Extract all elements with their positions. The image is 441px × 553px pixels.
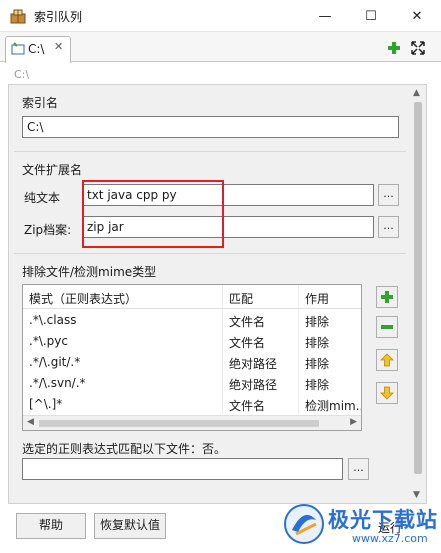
match-cell: 文件名 (223, 309, 299, 330)
minimize-button[interactable]: — (302, 0, 348, 32)
plain-text-browse-button[interactable]: ... (378, 184, 399, 206)
scroll-right-icon[interactable]: ▶ (350, 417, 357, 427)
tab-c-drive[interactable]: C:\ ✕ (5, 36, 71, 63)
move-up-button[interactable] (376, 349, 398, 371)
tab-bar: C:\ ✕ (0, 32, 441, 63)
minimize-icon: — (318, 8, 332, 24)
table-row[interactable]: [^\.]* 文件名 检测mim... (23, 393, 361, 414)
scrollbar-thumb[interactable] (414, 102, 422, 474)
expand-icon[interactable] (410, 40, 426, 56)
action-cell: 排除 (305, 315, 330, 329)
column-header-pattern[interactable]: 模式（正则表达式） (23, 285, 223, 308)
pattern-cell: .*\.pyc (23, 330, 223, 351)
action-cell: 排除 (305, 336, 330, 350)
restore-defaults-button[interactable]: 恢复默认值 (94, 513, 166, 539)
pattern-cell: .*/\.svn/.* (23, 372, 223, 393)
arrow-down-icon (380, 386, 394, 400)
pattern-cell: [^\.]* (23, 393, 223, 414)
pattern-cell: .*\.class (23, 309, 223, 330)
table-row[interactable]: .*\.class 文件名 排除 (23, 309, 361, 330)
scroll-down-icon[interactable]: ▼ (413, 490, 420, 500)
move-down-button[interactable] (376, 382, 398, 404)
exclude-patterns-table: 模式（正则表达式） 匹配 作用 .*\.class 文件名 排除 .*\.pyc… (22, 284, 362, 431)
green-minus-icon (381, 325, 393, 329)
action-cell: 检测mim... (305, 399, 361, 413)
zip-extensions-input[interactable]: zip jar (82, 216, 374, 238)
index-name-label: 索引名 (22, 96, 59, 110)
tab-label: C:\ (28, 42, 45, 56)
table-row[interactable]: .*\.pyc 文件名 排除 (23, 330, 361, 351)
plain-text-label: 纯文本 (24, 191, 61, 205)
close-button[interactable]: ✕ (394, 0, 440, 32)
index-name-input[interactable]: C:\ (22, 116, 399, 138)
title-bar: 索引队列 — ☐ ✕ (0, 0, 441, 32)
regex-match-file-input[interactable] (22, 458, 343, 480)
scrollbar-thumb[interactable] (39, 420, 319, 427)
file-extensions-label: 文件扩展名 (22, 163, 83, 177)
table-header: 模式（正则表达式） 匹配 作用 (23, 285, 361, 309)
watermark-logo-icon (284, 504, 324, 544)
add-pattern-button[interactable] (376, 286, 398, 308)
index-queue-icon (10, 9, 26, 24)
tab-close-icon[interactable]: ✕ (54, 40, 63, 53)
pattern-cell: .*/\.git/.* (23, 351, 223, 372)
folder-index-icon (11, 42, 25, 55)
zip-label: Zip档案: (24, 223, 72, 237)
maximize-button[interactable]: ☐ (348, 0, 394, 32)
table-row[interactable]: .*/\.svn/.* 绝对路径 排除 (23, 372, 361, 393)
remove-pattern-button[interactable] (376, 316, 398, 338)
column-header-action[interactable]: 作用 (299, 285, 361, 308)
watermark-text: 极光下载站 (328, 508, 438, 532)
divider (14, 151, 406, 152)
watermark-url: www.xz7.com (352, 532, 428, 545)
help-button[interactable]: 帮助 (16, 513, 86, 539)
watermark: 极光下载站 www.xz7.com (282, 500, 437, 550)
match-cell: 文件名 (223, 393, 299, 414)
add-tab-button[interactable] (386, 40, 402, 56)
regex-match-label: 选定的正则表达式匹配以下文件：否。 (22, 442, 227, 456)
table-horizontal-scrollbar[interactable]: ◀ ▶ (23, 415, 361, 430)
regex-match-browse-button[interactable]: ... (348, 458, 369, 480)
match-cell: 文件名 (223, 330, 299, 351)
scroll-left-icon[interactable]: ◀ (27, 417, 34, 427)
close-icon: ✕ (411, 8, 423, 24)
column-header-match[interactable]: 匹配 (223, 285, 299, 308)
maximize-icon: ☐ (365, 8, 377, 24)
match-cell: 绝对路径 (223, 351, 299, 372)
divider (14, 253, 406, 254)
path-label: C:\ (14, 68, 30, 81)
plain-text-extensions-input[interactable]: txt java cpp py (82, 184, 374, 206)
panel-vertical-scrollbar[interactable]: ▲ ▼ (409, 86, 426, 502)
match-cell: 绝对路径 (223, 372, 299, 393)
table-row[interactable]: .*/\.git/.* 绝对路径 排除 (23, 351, 361, 372)
window-title: 索引队列 (34, 10, 83, 24)
zip-browse-button[interactable]: ... (378, 216, 399, 238)
exclude-label: 排除文件/检测mime类型 (22, 265, 157, 279)
arrow-up-icon (380, 353, 394, 367)
green-plus-icon (381, 291, 393, 303)
scroll-up-icon[interactable]: ▲ (413, 88, 420, 98)
action-cell: 排除 (305, 378, 330, 392)
action-cell: 排除 (305, 357, 330, 371)
